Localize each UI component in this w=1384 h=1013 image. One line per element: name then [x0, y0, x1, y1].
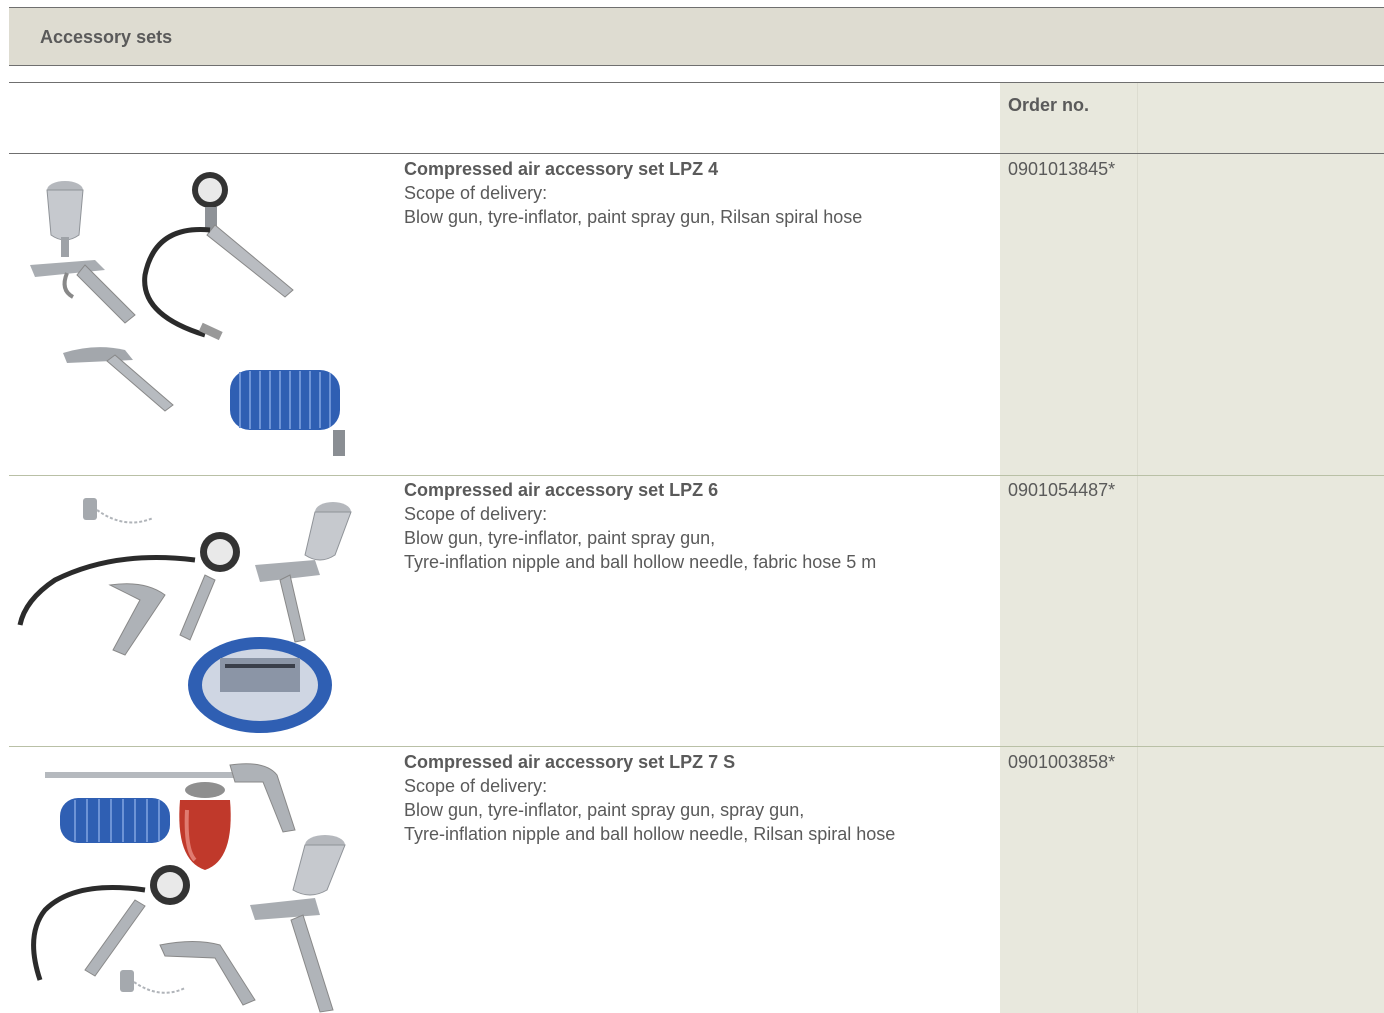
spray-gun-cup-icon [179, 782, 231, 870]
scope-line: Tyre-inflation nipple and ball hollow ne… [404, 824, 896, 844]
order-number: 0901054487* [1008, 480, 1116, 500]
blow-gun-icon [108, 583, 166, 656]
blow-gun-icon [159, 941, 256, 1006]
scope-line: Blow gun, tyre-inflator, paint spray gun… [404, 528, 716, 548]
order-column-background [1000, 83, 1384, 1013]
nipple-chain-icon [120, 970, 186, 994]
order-number: 0901013845* [1008, 159, 1116, 179]
paint-spray-gun-icon [255, 502, 352, 643]
paint-spray-gun-icon [250, 835, 346, 1013]
table-header-rule [9, 153, 1384, 154]
fabric-hose-icon [188, 637, 332, 733]
scope-line: Blow gun, tyre-inflator, paint spray gun… [404, 207, 863, 227]
tyre-inflator-icon [31, 865, 190, 981]
order-number: 0901003858* [1008, 752, 1116, 772]
product-title: Compressed air accessory set LPZ 6 [404, 480, 719, 500]
order-number-header: Order no. [1008, 95, 1090, 115]
section-title: Accessory sets [40, 27, 173, 47]
section-header: Accessory sets [9, 7, 1384, 66]
spiral-hose-icon [60, 798, 170, 843]
column-divider [1137, 83, 1138, 1013]
product-title: Compressed air accessory set LPZ 4 [404, 159, 719, 179]
tyre-inflator-icon [142, 172, 294, 341]
row-divider [9, 746, 1384, 747]
scope-line: Tyre-inflation nipple and ball hollow ne… [404, 552, 877, 572]
scope-label: Scope of delivery: [404, 183, 548, 203]
scope-label: Scope of delivery: [404, 776, 548, 796]
nipple-chain-icon [83, 498, 154, 524]
product-title: Compressed air accessory set LPZ 7 S [404, 752, 736, 772]
scope-label: Scope of delivery: [404, 504, 548, 524]
lpz4-product-image [30, 172, 345, 456]
lpz6-product-image [17, 498, 352, 733]
row-divider [9, 475, 1384, 476]
lpz7s-product-image [31, 763, 346, 1013]
scope-line: Blow gun, tyre-inflator, paint spray gun… [404, 800, 805, 820]
blow-gun-icon [63, 347, 174, 412]
spiral-hose-icon [230, 370, 345, 456]
paint-spray-gun-icon [30, 181, 136, 324]
